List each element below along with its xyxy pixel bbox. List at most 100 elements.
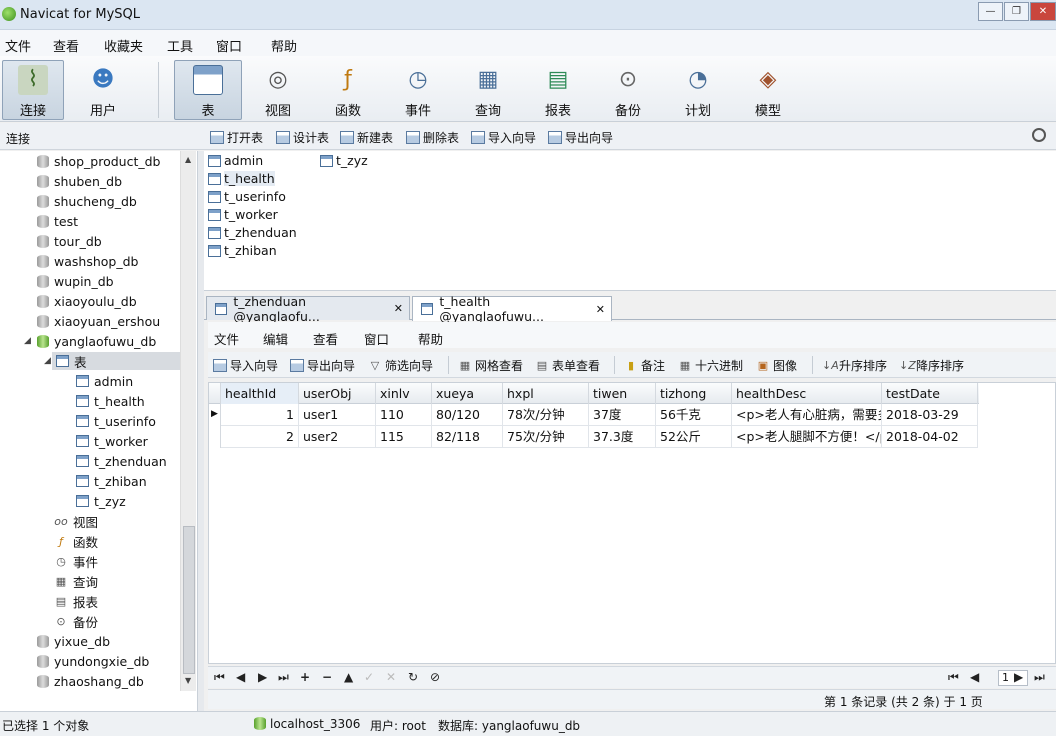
object-t-worker[interactable]: t_worker — [208, 207, 278, 222]
export-wizard-button[interactable]: 导出向导 — [548, 128, 613, 146]
tree-db-yixue[interactable]: yixue_db — [37, 632, 110, 650]
object-t-userinfo[interactable]: t_userinfo — [208, 189, 286, 204]
scrollbar-thumb[interactable] — [183, 526, 195, 674]
table-cell[interactable]: 2018-03-29 — [882, 404, 978, 426]
sort-ascending-button[interactable]: ↓A 升序排序 — [822, 357, 887, 374]
object-t-zhenduan[interactable]: t_zhenduan — [208, 225, 297, 240]
page-number-input[interactable]: 1 — [998, 670, 1028, 686]
tree-table-t-zhiban[interactable]: t_zhiban — [76, 472, 147, 490]
form-view-button[interactable]: ▤ 表单查看 — [535, 357, 600, 374]
column-header[interactable]: tizhong — [656, 383, 732, 404]
menu-favorites[interactable]: 收藏夹 — [104, 36, 143, 55]
menu-window[interactable]: 窗口 — [216, 36, 242, 55]
object-admin[interactable]: admin — [208, 153, 263, 168]
column-header[interactable]: userObj — [299, 383, 376, 404]
menu-view[interactable]: 查看 — [53, 36, 79, 55]
import-wizard-button[interactable]: 导入向导 — [471, 128, 536, 146]
query-button[interactable]: ▦ 查询 — [457, 60, 519, 120]
collapse-arrow-icon[interactable]: ◢ — [24, 336, 31, 346]
tree-table-t-zyz[interactable]: t_zyz — [76, 492, 126, 510]
object-t-health[interactable]: t_health — [208, 171, 275, 186]
first-record-icon[interactable]: ⏮ — [214, 670, 225, 685]
tree-db-xiaoyuan-ershou[interactable]: xiaoyuan_ershou — [37, 312, 160, 330]
table-cell[interactable]: 37.3度 — [589, 426, 656, 448]
connection-button[interactable]: ⌇ 连接 — [2, 60, 64, 120]
apply-changes-icon[interactable]: ✓ — [364, 670, 374, 684]
user-button[interactable]: ☻ 用户 — [72, 60, 134, 120]
image-button[interactable]: ▣ 图像 — [756, 357, 797, 374]
grid-view-button[interactable]: ▦ 网格查看 — [458, 357, 523, 374]
table-cell[interactable]: user2 — [299, 426, 376, 448]
scroll-up-icon[interactable]: ▲ — [185, 155, 191, 164]
first-page-icon[interactable]: ⏮ — [948, 670, 959, 685]
column-header[interactable]: healthDesc — [732, 383, 882, 404]
tree-functions-node[interactable]: ƒ 函数 — [54, 532, 98, 550]
table-cell[interactable]: 80/120 — [432, 404, 503, 426]
minimize-button[interactable]: — — [978, 2, 1003, 21]
tree-db-washshop[interactable]: washshop_db — [37, 252, 138, 270]
table-cell[interactable]: 56千克 — [656, 404, 732, 426]
delete-table-button[interactable]: 删除表 — [406, 128, 459, 146]
table-cell[interactable]: 52公斤 — [656, 426, 732, 448]
close-button[interactable]: ✕ — [1030, 2, 1056, 21]
table-menu-file[interactable]: 文件 — [214, 329, 239, 348]
sort-descending-button[interactable]: ↓Z 降序排序 — [899, 357, 964, 374]
table-cell[interactable]: 110 — [376, 404, 432, 426]
menu-tools[interactable]: 工具 — [167, 36, 193, 55]
tree-db-shop-product[interactable]: shop_product_db — [37, 152, 160, 170]
memo-button[interactable]: ▮ 备注 — [624, 357, 665, 374]
tree-db-shucheng[interactable]: shucheng_db — [37, 192, 137, 210]
object-t-zhiban[interactable]: t_zhiban — [208, 243, 277, 258]
table-menu-edit[interactable]: 编辑 — [263, 329, 288, 348]
table-cell[interactable]: 2 — [221, 426, 299, 448]
tree-queries-node[interactable]: ▦ 查询 — [54, 572, 98, 590]
schedule-button[interactable]: ◔ 计划 — [667, 60, 729, 120]
tree-table-admin[interactable]: admin — [76, 372, 133, 390]
view-button[interactable]: ◎ 视图 — [247, 60, 309, 120]
search-icon[interactable] — [1032, 128, 1046, 142]
design-table-button[interactable]: 设计表 — [276, 128, 329, 146]
column-header[interactable]: tiwen — [589, 383, 656, 404]
table-menu-window[interactable]: 窗口 — [364, 329, 389, 348]
tree-table-t-userinfo[interactable]: t_userinfo — [76, 412, 156, 430]
table-cell[interactable]: <p>老人有心脏病，需要多 — [732, 404, 882, 426]
report-button[interactable]: ▤ 报表 — [527, 60, 589, 120]
column-header[interactable]: xinlv — [376, 383, 432, 404]
event-button[interactable]: ◷ 事件 — [387, 60, 449, 120]
tree-db-zhaoshang[interactable]: zhaoshang_db — [37, 672, 144, 690]
table-menu-view[interactable]: 查看 — [313, 329, 338, 348]
filter-wizard-button[interactable]: ▽ 筛选向导 — [368, 357, 433, 374]
menu-file[interactable]: 文件 — [5, 36, 31, 55]
table-cell[interactable]: 82/118 — [432, 426, 503, 448]
previous-record-icon[interactable]: ◀ — [236, 670, 245, 684]
tab-t-health[interactable]: t_health @yanglaofuwu... ✕ — [412, 294, 612, 324]
table-button[interactable]: 表 — [174, 60, 242, 120]
tree-tables-node[interactable]: 表 — [56, 352, 87, 370]
tree-views-node[interactable]: oo 视图 — [54, 512, 98, 530]
close-tab-icon[interactable]: ✕ — [596, 303, 605, 316]
column-header[interactable]: testDate — [882, 383, 978, 404]
scroll-down-icon[interactable]: ▼ — [185, 676, 191, 685]
add-record-icon[interactable]: + — [300, 670, 310, 684]
tree-db-test[interactable]: test — [37, 212, 78, 230]
tree-db-wupin[interactable]: wupin_db — [37, 272, 114, 290]
column-header[interactable]: hxpl — [503, 383, 589, 404]
import-wizard-button[interactable]: 导入向导 — [213, 357, 278, 374]
sidebar-scrollbar[interactable]: ▲ ▼ — [180, 151, 196, 691]
maximize-button[interactable]: ❐ — [1004, 2, 1029, 21]
table-cell[interactable]: 37度 — [589, 404, 656, 426]
last-page-icon[interactable]: ⏭ — [1034, 670, 1045, 685]
menu-help[interactable]: 帮助 — [271, 36, 297, 55]
tree-db-yundongxie[interactable]: yundongxie_db — [37, 652, 149, 670]
tree-db-shuben[interactable]: shuben_db — [37, 172, 122, 190]
table-cell[interactable]: user1 — [299, 404, 376, 426]
next-page-icon[interactable]: ▶ — [1014, 670, 1023, 684]
backup-button[interactable]: ⊙ 备份 — [597, 60, 659, 120]
tree-db-xiaoyoulu[interactable]: xiaoyoulu_db — [37, 292, 137, 310]
table-cell[interactable]: 115 — [376, 426, 432, 448]
tree-backups-node[interactable]: ⊙ 备份 — [54, 612, 98, 630]
next-record-icon[interactable]: ▶ — [258, 670, 267, 684]
function-button[interactable]: ƒ 函数 — [317, 60, 379, 120]
cancel-changes-icon[interactable]: ✕ — [386, 670, 396, 684]
table-cell[interactable]: <p>老人腿脚不方便！</p — [732, 426, 882, 448]
